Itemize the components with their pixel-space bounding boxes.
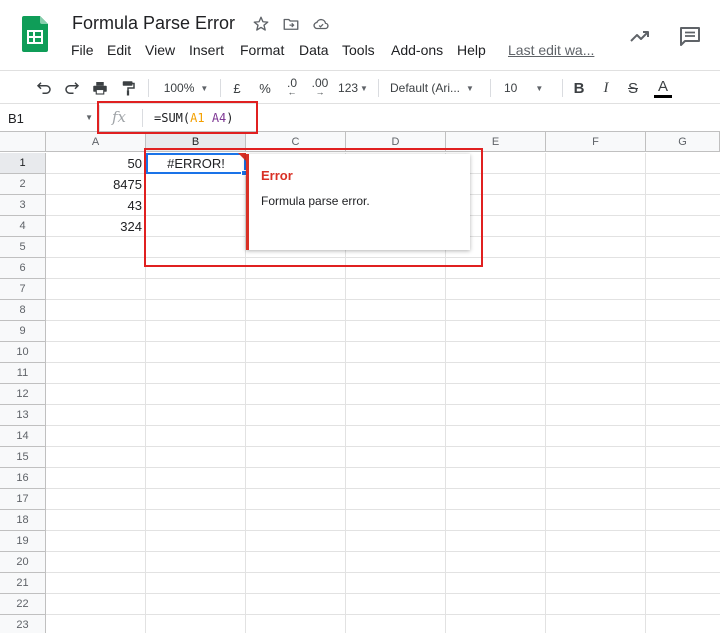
italic-button[interactable]: I	[597, 76, 615, 100]
more-formats-select[interactable]: 123 ▼	[336, 76, 370, 100]
text-color-label: A	[657, 77, 668, 95]
row-header-20[interactable]: 20	[0, 552, 46, 573]
row-header-19[interactable]: 19	[0, 531, 46, 552]
chevron-down-icon: ▼	[85, 113, 93, 122]
cell-a4[interactable]: 324	[46, 216, 142, 237]
row-header-8[interactable]: 8	[0, 300, 46, 321]
column-header-a[interactable]: A	[46, 132, 146, 152]
activity-trend-icon[interactable]	[626, 22, 654, 50]
row-header-10[interactable]: 10	[0, 342, 46, 363]
decrease-decimal-button[interactable]: .0 ←	[281, 76, 303, 100]
menu-view[interactable]: View	[145, 42, 175, 58]
font-family-select[interactable]: Default (Ari... ▼	[390, 76, 482, 100]
menu-tools[interactable]: Tools	[342, 42, 375, 58]
chevron-down-icon: ▼	[360, 83, 368, 93]
menu-add-ons[interactable]: Add-ons	[391, 42, 443, 58]
row-header-3[interactable]: 3	[0, 195, 46, 216]
text-color-button[interactable]: A	[652, 76, 674, 100]
last-edit-link[interactable]: Last edit wa...	[508, 42, 594, 58]
menu-data[interactable]: Data	[299, 42, 329, 58]
row-header-2[interactable]: 2	[0, 174, 46, 195]
toolbar-divider	[220, 79, 221, 97]
toolbar-divider	[148, 79, 149, 97]
row-header-23[interactable]: 23	[0, 615, 46, 633]
name-box[interactable]: B1 ▼	[0, 105, 100, 131]
row-header-11[interactable]: 11	[0, 363, 46, 384]
row-header-6[interactable]: 6	[0, 258, 46, 279]
cloud-status-icon[interactable]	[311, 14, 331, 34]
format-percent-button[interactable]: %	[256, 76, 274, 100]
name-box-value: B1	[8, 111, 24, 126]
row-header-17[interactable]: 17	[0, 489, 46, 510]
text-color-swatch	[654, 94, 672, 98]
chevron-down-icon: ▼	[466, 83, 474, 93]
redo-icon[interactable]	[60, 76, 84, 100]
arrow-right-icon: →	[315, 87, 325, 97]
menu-edit[interactable]: Edit	[107, 42, 131, 58]
sheets-logo[interactable]	[22, 16, 48, 52]
row-header-1[interactable]: 1	[0, 153, 46, 174]
font-family-value: Default (Ari...	[390, 81, 461, 95]
toolbar-divider	[378, 79, 379, 97]
cell-a2[interactable]: 8475	[46, 174, 142, 195]
font-size-value: 10	[504, 81, 518, 95]
row-header-21[interactable]: 21	[0, 573, 46, 594]
column-header-g[interactable]: G	[646, 132, 720, 152]
annotation-highlight-error	[144, 148, 483, 267]
format-currency-button[interactable]: £	[228, 76, 246, 100]
row-header-12[interactable]: 12	[0, 384, 46, 405]
strikethrough-button[interactable]: S	[624, 76, 642, 100]
arrow-left-icon: ←	[287, 87, 297, 97]
menu-insert[interactable]: Insert	[189, 42, 224, 58]
row-header-22[interactable]: 22	[0, 594, 46, 615]
toolbar-divider	[490, 79, 491, 97]
row-header-13[interactable]: 13	[0, 405, 46, 426]
annotation-highlight-formula	[97, 101, 258, 134]
print-icon[interactable]	[88, 76, 112, 100]
move-folder-icon[interactable]	[281, 14, 301, 34]
zoom-select[interactable]: 100% ▼	[158, 76, 214, 100]
row-header-15[interactable]: 15	[0, 447, 46, 468]
toolbar: 100% ▼ £ % .0 ← .00 → 123 ▼ Default (Ari... ▼…	[0, 70, 720, 104]
select-all-corner[interactable]	[0, 132, 46, 152]
row-header-18[interactable]: 18	[0, 510, 46, 531]
column-header-f[interactable]: F	[546, 132, 646, 152]
menu-format[interactable]: Format	[240, 42, 284, 58]
toolbar-divider	[562, 79, 563, 97]
comments-icon[interactable]	[676, 22, 704, 50]
cell-a3[interactable]: 43	[46, 195, 142, 216]
row-header-9[interactable]: 9	[0, 321, 46, 342]
document-title[interactable]: Formula Parse Error	[72, 13, 235, 34]
paint-format-icon[interactable]	[116, 76, 140, 100]
star-icon[interactable]	[251, 14, 271, 34]
menu-file[interactable]: File	[71, 42, 94, 58]
row-header-16[interactable]: 16	[0, 468, 46, 489]
chevron-down-icon: ▼	[200, 83, 209, 93]
undo-icon[interactable]	[32, 76, 56, 100]
chevron-down-icon: ▼	[535, 83, 544, 93]
row-header-5[interactable]: 5	[0, 237, 46, 258]
row-header-7[interactable]: 7	[0, 279, 46, 300]
increase-decimal-button[interactable]: .00 →	[307, 76, 333, 100]
font-size-select[interactable]: 10 ▼	[500, 76, 554, 100]
menu-help[interactable]: Help	[457, 42, 486, 58]
row-header-14[interactable]: 14	[0, 426, 46, 447]
more-formats-label: 123	[338, 81, 359, 95]
row-header-4[interactable]: 4	[0, 216, 46, 237]
bold-button[interactable]: B	[570, 76, 588, 100]
zoom-value: 100%	[163, 81, 195, 95]
cell-a1[interactable]: 50	[46, 153, 142, 174]
